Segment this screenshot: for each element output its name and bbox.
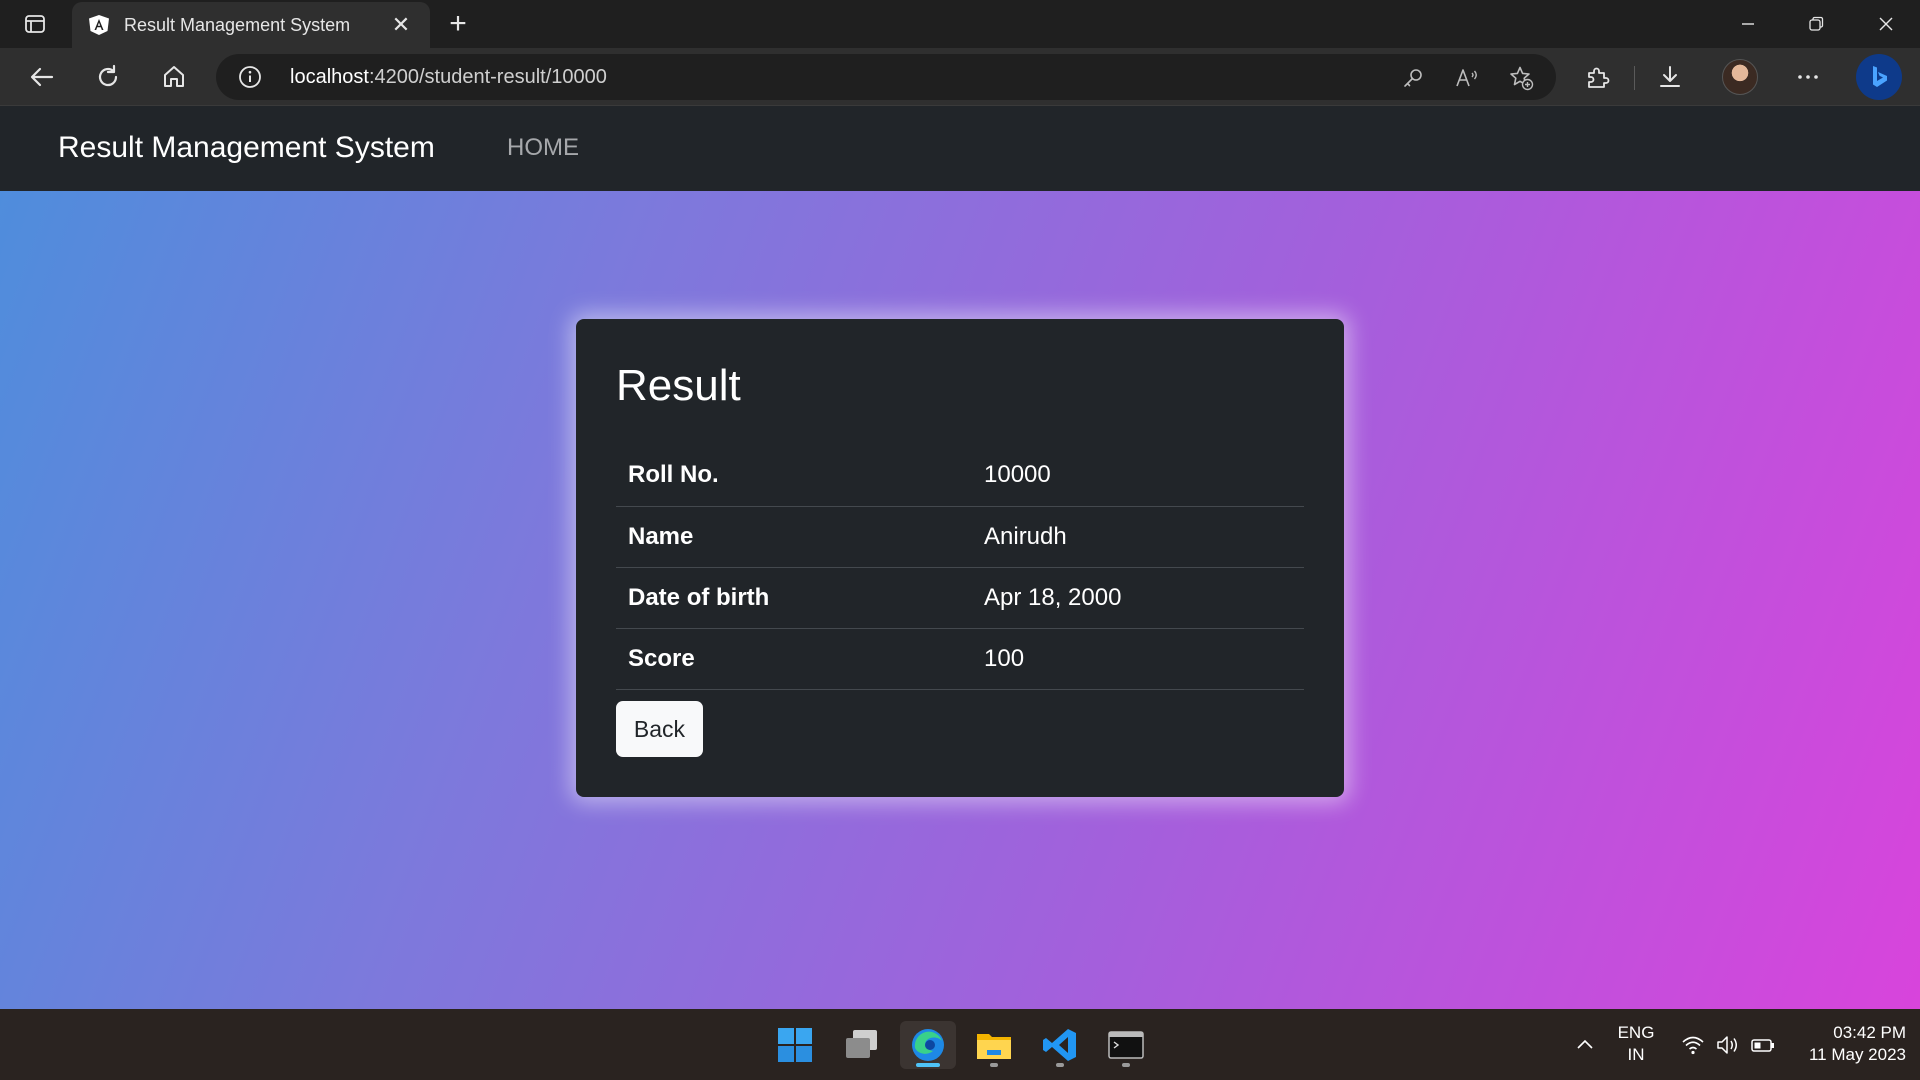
download-icon [1660, 66, 1680, 87]
edge-browser-icon [912, 1029, 944, 1061]
refresh-icon [98, 64, 118, 87]
new-tab-button[interactable]: + [440, 6, 476, 42]
page-background: Result Roll No. 10000 Name Anirudh Date … [0, 191, 1920, 1009]
task-view-button[interactable] [834, 1021, 890, 1069]
clock-time: 03:42 PM [1833, 1023, 1906, 1042]
running-indicator [1056, 1063, 1064, 1067]
address-bar[interactable]: localhost:4200/student-result/10000 [216, 54, 1556, 100]
dob-value: Apr 18, 2000 [972, 567, 1304, 629]
refresh-button[interactable] [88, 57, 128, 97]
back-button[interactable]: Back [616, 701, 703, 757]
url-host: localhost [290, 66, 369, 88]
restore-icon [1809, 16, 1824, 31]
app-navbar: Result Management System HOME [0, 106, 1920, 191]
extensions-button[interactable] [1578, 57, 1618, 97]
show-hidden-icons-button[interactable] [1572, 1032, 1598, 1058]
home-nav-button[interactable] [154, 57, 194, 97]
tab-actions-button[interactable] [14, 8, 56, 40]
score-label: Score [616, 628, 972, 690]
home-icon [164, 66, 184, 87]
terminal-icon [1108, 1031, 1144, 1059]
windows-start-icon [778, 1028, 812, 1062]
nav-link-home[interactable]: HOME [507, 134, 579, 162]
clock-date: 11 May 2023 [1808, 1045, 1906, 1064]
language-code: ENG [1617, 1023, 1655, 1042]
vscode-icon [1043, 1029, 1076, 1061]
downloads-button[interactable] [1650, 57, 1690, 97]
wifi-icon[interactable] [1680, 1032, 1706, 1058]
windows-taskbar: ENG IN 03:42 PM 11 May 2023 [0, 1009, 1920, 1080]
chevron-up-icon [1577, 1039, 1593, 1049]
clock[interactable]: 03:42 PM 11 May 2023 [1788, 1022, 1906, 1066]
arrow-left-icon [30, 67, 54, 87]
file-explorer-button[interactable] [966, 1021, 1022, 1069]
add-favorite-icon[interactable] [1508, 65, 1534, 91]
start-button[interactable] [767, 1021, 823, 1069]
volume-icon[interactable] [1715, 1032, 1741, 1058]
close-window-button[interactable] [1852, 0, 1920, 48]
table-row: Date of birth Apr 18, 2000 [616, 567, 1304, 629]
browser-tab-strip: Result Management System ✕ + [0, 0, 1920, 48]
url-text[interactable]: localhost:4200/student-result/10000 [290, 66, 607, 89]
tab-actions-icon [25, 15, 45, 33]
roll-no-label: Roll No. [616, 445, 972, 507]
table-row: Roll No. 10000 [616, 445, 1304, 507]
language-indicator[interactable]: ENG IN [1606, 1022, 1666, 1066]
dob-label: Date of birth [616, 567, 972, 629]
result-card: Result Roll No. 10000 Name Anirudh Date … [576, 319, 1344, 797]
browser-tab[interactable]: Result Management System ✕ [72, 2, 430, 48]
vscode-button[interactable] [1032, 1021, 1088, 1069]
running-indicator [1122, 1063, 1130, 1067]
table-row: Name Anirudh [616, 506, 1304, 568]
table-row: Score 100 [616, 628, 1304, 690]
roll-no-value: 10000 [972, 445, 1304, 507]
puzzle-icon [1588, 67, 1610, 88]
running-indicator [990, 1063, 998, 1067]
minimize-icon [1742, 23, 1754, 25]
folder-icon [977, 1034, 1011, 1059]
bing-icon [1873, 66, 1887, 87]
read-aloud-icon[interactable] [1454, 65, 1480, 91]
terminal-button[interactable] [1098, 1021, 1154, 1069]
region-code: IN [1627, 1045, 1645, 1064]
toolbar-divider [1634, 66, 1635, 90]
task-view-icon [846, 1030, 877, 1058]
score-value: 100 [972, 628, 1304, 690]
profile-avatar[interactable] [1722, 59, 1758, 95]
more-dots-icon [1798, 75, 1818, 79]
battery-icon[interactable] [1750, 1032, 1776, 1058]
name-label: Name [616, 506, 972, 568]
edge-taskbar-button[interactable] [900, 1021, 956, 1069]
tab-close-icon[interactable]: ✕ [388, 12, 414, 38]
settings-more-button[interactable] [1788, 57, 1828, 97]
password-key-icon[interactable] [1400, 65, 1426, 91]
minimize-button[interactable] [1714, 0, 1782, 48]
tab-title: Result Management System [124, 14, 351, 35]
angular-favicon-icon [88, 14, 110, 36]
result-table: Roll No. 10000 Name Anirudh Date of birt… [616, 445, 1304, 690]
bing-copilot-button[interactable] [1856, 54, 1902, 100]
name-value: Anirudh [972, 506, 1304, 568]
url-path: :4200/student-result/10000 [368, 66, 607, 88]
site-info-icon[interactable] [238, 65, 262, 89]
close-icon [1879, 17, 1893, 31]
navbar-brand[interactable]: Result Management System [58, 131, 435, 165]
browser-toolbar: localhost:4200/student-result/10000 [0, 48, 1920, 106]
restore-button[interactable] [1782, 0, 1850, 48]
back-nav-button[interactable] [22, 57, 62, 97]
active-indicator [916, 1063, 940, 1067]
page-title: Result [616, 361, 741, 410]
